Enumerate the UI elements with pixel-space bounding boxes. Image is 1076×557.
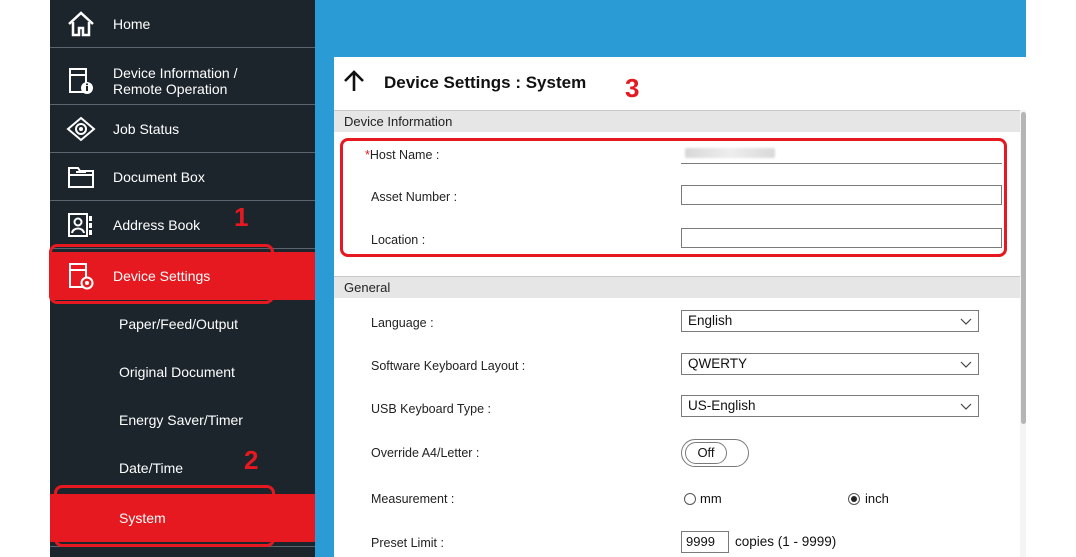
sidebar-item-label: Document Box — [113, 168, 205, 185]
language-select[interactable]: English — [681, 310, 979, 332]
sidebar-item-label: Device Information / Remote Operation — [113, 65, 238, 97]
preset-limit-suffix: copies (1 - 9999) — [735, 534, 837, 549]
sidebar-item-document-box[interactable]: Document Box — [50, 153, 315, 201]
usb-keyboard-type-label: USB Keyboard Type : — [371, 402, 491, 416]
callout-box-device-settings — [49, 244, 274, 304]
usb-keyboard-type-select-value: US-English — [688, 398, 756, 413]
settings-panel: Device Settings : System Device Informat… — [334, 57, 1026, 557]
keyboard-layout-select[interactable]: QWERTY — [681, 353, 979, 375]
sidebar-item-home[interactable]: Home — [50, 0, 315, 48]
callout-box-system — [54, 485, 275, 547]
address-book-icon — [64, 208, 98, 242]
folder-icon — [64, 160, 98, 194]
language-label: Language : — [371, 316, 434, 330]
measurement-inch-radio[interactable] — [848, 493, 860, 505]
sidebar-item-label: Address Book — [113, 216, 201, 233]
callout-box-device-information — [340, 138, 1007, 257]
eye-icon — [64, 112, 98, 146]
sidebar-subitem-energy-saver-timer[interactable]: Energy Saver/Timer — [50, 396, 315, 444]
sidebar-subitem-label: Paper/Feed/Output — [119, 316, 239, 332]
sidebar-item-job-status[interactable]: Job Status — [50, 105, 315, 153]
sidebar-item-label-line1: Device Information / — [113, 64, 238, 81]
sidebar-next-item[interactable] — [50, 546, 315, 557]
preset-limit-label: Preset Limit : — [371, 536, 444, 550]
measurement-mm-radio[interactable] — [684, 493, 696, 505]
sidebar-item-address-book[interactable]: Address Book — [50, 201, 315, 249]
chevron-down-icon — [960, 361, 972, 368]
measurement-mm-label: mm — [700, 491, 722, 506]
usb-keyboard-type-select[interactable]: US-English — [681, 395, 979, 417]
sidebar-subitem-label: Energy Saver/Timer — [119, 412, 243, 428]
callout-number-1: 1 — [234, 202, 249, 232]
keyboard-layout-select-value: QWERTY — [688, 356, 748, 371]
language-select-value: English — [688, 313, 733, 328]
toggle-state-label: Off — [685, 442, 727, 464]
up-arrow-icon[interactable] — [342, 69, 366, 93]
panel-header: Device Settings : System — [334, 57, 1026, 111]
sidebar-item-label: Home — [113, 15, 151, 32]
sidebar-subitem-label: Date/Time — [119, 460, 184, 476]
chevron-down-icon — [960, 403, 972, 410]
sidebar-subitem-label: Original Document — [119, 364, 235, 380]
page-title: Device Settings : System — [384, 73, 587, 92]
callout-number-2: 2 — [244, 445, 259, 475]
measurement-inch-label: inch — [865, 491, 889, 506]
keyboard-layout-label: Software Keyboard Layout : — [371, 359, 526, 373]
preset-limit-input[interactable]: 9999 — [681, 531, 729, 553]
override-a4-letter-toggle[interactable]: Off — [681, 439, 749, 467]
sidebar-subitem-original-document[interactable]: Original Document — [50, 348, 315, 396]
home-icon — [64, 7, 98, 41]
sidebar-item-label-line2: Remote Operation — [113, 80, 228, 97]
section-header-general: General — [334, 276, 1020, 298]
section-header-device-information: Device Information — [334, 110, 1020, 132]
callout-number-3: 3 — [625, 73, 640, 103]
scrollbar-thumb[interactable] — [1021, 112, 1026, 424]
chevron-down-icon — [960, 318, 972, 325]
measurement-label: Measurement : — [371, 492, 455, 506]
sidebar-item-device-information[interactable]: Device Information / Remote Operation — [50, 57, 315, 105]
override-a4-letter-label: Override A4/Letter : — [371, 446, 480, 460]
device-info-icon — [64, 64, 98, 98]
sidebar-subitem-paper-feed-output[interactable]: Paper/Feed/Output — [50, 300, 315, 348]
sidebar-item-label: Job Status — [113, 120, 180, 137]
